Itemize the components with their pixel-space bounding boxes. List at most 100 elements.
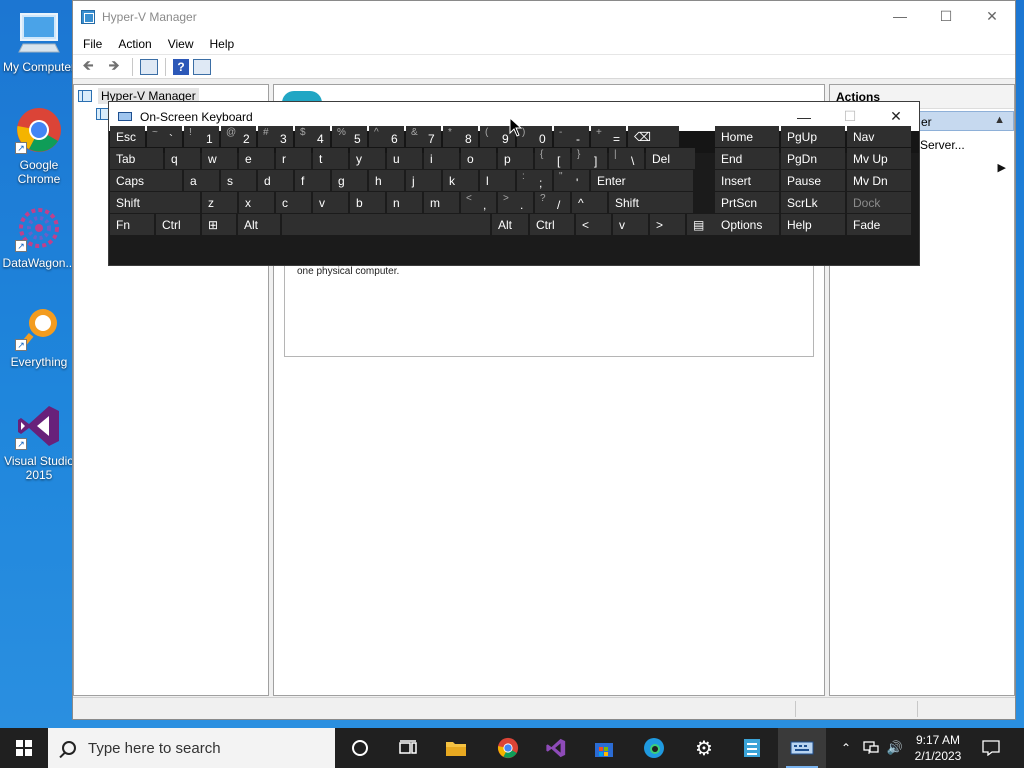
menu-action[interactable]: Action (110, 37, 159, 51)
osk-key--3-9[interactable]: >. (498, 192, 533, 213)
osk-key--1-12[interactable]: }] (572, 148, 607, 169)
osk-key-ctrl[interactable]: Ctrl (156, 214, 200, 235)
osk-key--3-8[interactable]: <, (461, 192, 496, 213)
hyperv-title-bar[interactable]: Hyper-V Manager — ☐ ✕ (73, 1, 1015, 33)
menu-view[interactable]: View (160, 37, 202, 51)
osk-key--0-14[interactable]: ⌫ (628, 126, 679, 147)
minimize-button[interactable]: — (877, 1, 923, 31)
collapse-up-icon[interactable]: ▲ (994, 114, 1005, 126)
taskbar-settings[interactable]: ⚙ (680, 728, 728, 768)
osk-key-enter[interactable]: Enter (591, 170, 693, 191)
osk-key-q[interactable]: q (165, 148, 200, 169)
osk-key-del[interactable]: Del (646, 148, 695, 169)
osk-key-tab[interactable]: Tab (110, 148, 163, 169)
osk-key-space-4-4[interactable] (282, 214, 490, 235)
osk-key-ctrl[interactable]: Ctrl (530, 214, 574, 235)
show-hide-tree-icon[interactable] (140, 58, 158, 75)
osk-key--3-10[interactable]: ? / (535, 192, 570, 213)
osk-key-fn[interactable]: Fn (110, 214, 154, 235)
osk-key-t[interactable]: t (313, 148, 348, 169)
osk-key-u[interactable]: u (387, 148, 422, 169)
osk-key-y[interactable]: y (350, 148, 385, 169)
taskbar-visual-studio[interactable] (532, 728, 580, 768)
osk-key-a[interactable]: a (184, 170, 219, 191)
taskbar-file-explorer[interactable] (432, 728, 480, 768)
osk-key-options[interactable]: Options (715, 214, 779, 235)
maximize-button[interactable]: ☐ (923, 1, 969, 31)
submenu-arrow-icon[interactable]: ▶ (998, 161, 1006, 174)
osk-key-8-0-9[interactable]: * 8 (443, 126, 478, 147)
osk-key--1-13[interactable]: | \ (609, 148, 644, 169)
taskbar-edge[interactable] (630, 728, 678, 768)
taskbar-store[interactable] (580, 728, 628, 768)
menu-help[interactable]: Help (202, 37, 243, 51)
osk-key-insert[interactable]: Insert (715, 170, 779, 191)
osk-key-7-0-8[interactable]: & 7 (406, 126, 441, 147)
osk-key-p[interactable]: p (498, 148, 533, 169)
forward-arrow-icon[interactable]: 🡺 (103, 57, 125, 77)
desktop-icon-everything[interactable]: ↗ Everything (1, 303, 77, 369)
desktop-icon-datawagon[interactable]: ↗ DataWagon... (1, 204, 77, 270)
osk-key-o[interactable]: o (461, 148, 496, 169)
osk-key-z[interactable]: z (202, 192, 237, 213)
osk-key-h[interactable]: h (369, 170, 404, 191)
osk-key-i[interactable]: i (424, 148, 459, 169)
osk-key--0-12[interactable]: -- (554, 126, 589, 147)
menu-file[interactable]: File (75, 37, 110, 51)
osk-key-d[interactable]: d (258, 170, 293, 191)
taskbar-clock[interactable]: 9:17 AM 2/1/2023 (910, 732, 966, 764)
osk-key-help[interactable]: Help (781, 214, 845, 235)
osk-key-e[interactable]: e (239, 148, 274, 169)
osk-key-n[interactable]: n (387, 192, 422, 213)
osk-key-esc[interactable]: Esc (110, 126, 145, 147)
osk-key-shift[interactable]: Shift (609, 192, 693, 213)
osk-key--4-7[interactable]: < (576, 214, 611, 235)
osk-key-6-0-7[interactable]: ^ 6 (369, 126, 404, 147)
osk-key-j[interactable]: j (406, 170, 441, 191)
osk-key-f[interactable]: f (295, 170, 330, 191)
volume-button[interactable]: 🔊 (884, 728, 906, 768)
osk-key--0-1[interactable]: ~ ` (147, 126, 182, 147)
osk-key-end[interactable]: End (715, 148, 779, 169)
osk-key-5-0-6[interactable]: % 5 (332, 126, 367, 147)
osk-key-b[interactable]: b (350, 192, 385, 213)
osk-key-mvup-1-17[interactable]: Mv Up (847, 148, 911, 169)
desktop-icon-google-chrome[interactable]: ↗ Google Chrome (1, 106, 77, 186)
notification-center-button[interactable] (976, 728, 1006, 768)
osk-key-dock[interactable]: Dock (847, 192, 911, 213)
osk-key-pgup[interactable]: PgUp (781, 126, 845, 147)
taskbar-search-box[interactable]: Type here to search (48, 728, 335, 768)
help-icon[interactable]: ? (173, 58, 189, 75)
osk-key-pgdn[interactable]: PgDn (781, 148, 845, 169)
osk-key-l[interactable]: l (480, 170, 515, 191)
osk-key-1-0-2[interactable]: ! 1 (184, 126, 219, 147)
start-button[interactable] (0, 728, 48, 768)
taskbar-chrome[interactable] (484, 728, 532, 768)
back-arrow-icon[interactable]: 🡸 (77, 57, 99, 77)
osk-key--4-2[interactable]: ⊞ (202, 214, 236, 235)
osk-key--2-10[interactable]: :; (517, 170, 552, 191)
task-view-button[interactable] (384, 728, 432, 768)
osk-key-alt[interactable]: Alt (238, 214, 280, 235)
osk-key-r[interactable]: r (276, 148, 311, 169)
osk-key-g[interactable]: g (332, 170, 367, 191)
show-hide-action-pane-icon[interactable] (193, 58, 211, 75)
osk-key-m[interactable]: m (424, 192, 459, 213)
osk-key-nav[interactable]: Nav (847, 126, 911, 147)
desktop-icon-visual-studio-2015[interactable]: ↗ Visual Studio 2015 (1, 402, 77, 482)
osk-key-w[interactable]: w (202, 148, 237, 169)
action-connect-to-server[interactable]: Server... (920, 138, 965, 152)
osk-key--4-9[interactable]: > (650, 214, 685, 235)
osk-key-c[interactable]: c (276, 192, 311, 213)
osk-key-mvdn-2-15[interactable]: Mv Dn (847, 170, 911, 191)
osk-key--1-11[interactable]: {[ (535, 148, 570, 169)
osk-key--2-11[interactable]: " ' (554, 170, 589, 191)
osk-key--0-13[interactable]: + = (591, 126, 626, 147)
show-hidden-icons-button[interactable]: ⌃ (836, 728, 856, 768)
osk-key-pause[interactable]: Pause (781, 170, 845, 191)
taskbar-on-screen-keyboard[interactable] (778, 728, 826, 768)
osk-key-4-0-5[interactable]: $4 (295, 126, 330, 147)
osk-key-v[interactable]: v (613, 214, 648, 235)
osk-key-shift[interactable]: Shift (110, 192, 200, 213)
desktop-icon-my-computer[interactable]: My Computer (1, 8, 77, 74)
